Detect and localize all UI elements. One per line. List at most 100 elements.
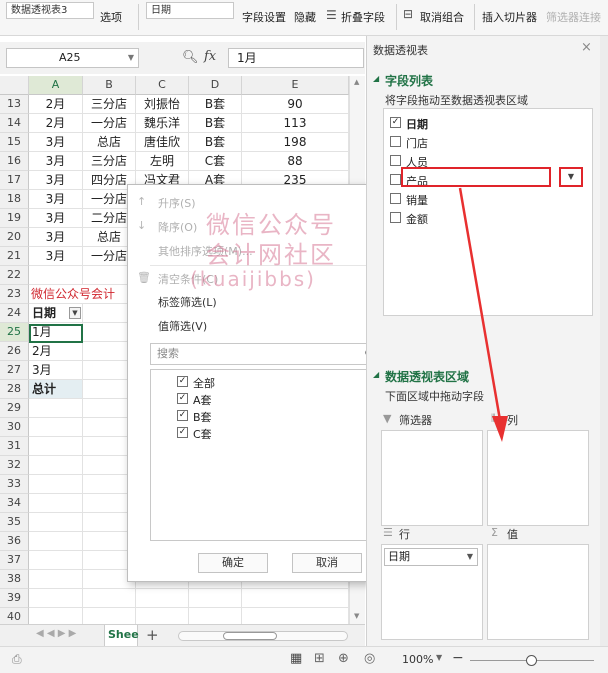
scrollbar-thumb[interactable] <box>223 632 277 640</box>
row-header[interactable]: 27 <box>0 361 29 380</box>
grid-cell[interactable] <box>242 589 349 608</box>
grid-cell[interactable]: 3月 <box>29 152 83 171</box>
column-header[interactable]: D <box>189 76 242 95</box>
grid-cell[interactable]: 3月 <box>29 133 83 152</box>
collapse-field-button[interactable]: 折叠字段 <box>341 9 385 25</box>
row-header[interactable]: 39 <box>0 589 29 608</box>
field-label[interactable]: 日期 <box>406 116 428 132</box>
filter-item-label[interactable]: 全部 <box>193 375 215 391</box>
grid-cell[interactable]: 总计 <box>29 380 83 399</box>
grid-cell[interactable] <box>29 475 83 494</box>
hide-button[interactable]: 隐藏 <box>294 9 316 25</box>
grid-cell[interactable]: 198 <box>242 133 349 152</box>
grid-cell[interactable] <box>29 494 83 513</box>
row-header[interactable]: 26 <box>0 342 29 361</box>
row-header[interactable]: 31 <box>0 437 29 456</box>
grid-cell[interactable] <box>29 532 83 551</box>
collapse-triangle-icon[interactable]: ◢ <box>373 370 379 379</box>
scroll-tabs-left-icon[interactable]: ◀ ◀ ▶ ▶ <box>36 628 76 639</box>
grid-cell[interactable]: 2月 <box>29 342 83 361</box>
grid-cell[interactable] <box>29 456 83 475</box>
row-header[interactable]: 36 <box>0 532 29 551</box>
grid-cell[interactable]: 3月 <box>29 190 83 209</box>
row-header[interactable]: 35 <box>0 513 29 532</box>
field-label[interactable]: 销量 <box>406 192 428 208</box>
row-header[interactable]: 13 <box>0 95 29 114</box>
column-header[interactable]: E <box>242 76 349 95</box>
grid-cell[interactable] <box>189 608 242 624</box>
row-header[interactable]: 15 <box>0 133 29 152</box>
filter-item-checkbox[interactable]: ✓ <box>177 410 188 421</box>
sort-ascending-item[interactable]: 升序(S) <box>158 195 196 211</box>
grid-cell[interactable]: 一分店 <box>83 114 136 133</box>
column-header[interactable]: C <box>136 76 189 95</box>
grid-cell[interactable]: 唐佳欣 <box>136 133 189 152</box>
grid-cell[interactable] <box>189 589 242 608</box>
row-header[interactable]: 23 <box>0 285 29 304</box>
row-header[interactable]: 24 <box>0 304 29 323</box>
filter-item-label[interactable]: A套 <box>193 392 212 408</box>
ungroup-button[interactable]: 取消组合 <box>420 9 464 25</box>
chevron-down-icon[interactable]: ▼ <box>467 549 473 565</box>
field-label[interactable]: 金额 <box>406 211 428 227</box>
grid-cell[interactable]: B套 <box>189 95 242 114</box>
zoom-slider-thumb[interactable] <box>526 655 537 666</box>
filter-item-checkbox[interactable]: ✓ <box>177 427 188 438</box>
chevron-down-icon[interactable]: ▼ <box>436 653 442 662</box>
field-checkbox[interactable] <box>390 193 401 204</box>
field-settings-button[interactable]: 字段设置 <box>242 9 286 25</box>
select-all-corner[interactable] <box>0 76 29 95</box>
grid-cell[interactable]: 三分店 <box>83 152 136 171</box>
insert-slicer-button[interactable]: 插入切片器 <box>482 9 537 25</box>
name-box[interactable]: A25 ▼ <box>6 48 139 68</box>
grid-cell[interactable]: 魏乐洋 <box>136 114 189 133</box>
cancel-button[interactable]: 取消 <box>292 553 362 573</box>
zoom-out-icon[interactable]: − <box>452 650 464 666</box>
grid-cell[interactable]: 2月 <box>29 114 83 133</box>
grid-cell[interactable]: 3月 <box>29 171 83 190</box>
grid-cell[interactable]: 90 <box>242 95 349 114</box>
field-checkbox[interactable] <box>390 155 401 166</box>
add-sheet-icon[interactable]: + <box>146 626 159 644</box>
grid-cell[interactable]: 三分店 <box>83 95 136 114</box>
grid-cell[interactable]: 左明 <box>136 152 189 171</box>
grid-cell[interactable]: B套 <box>189 114 242 133</box>
grid-cell[interactable]: 113 <box>242 114 349 133</box>
filter-dropdown-button[interactable]: ▼ <box>69 307 81 319</box>
filter-item-checkbox[interactable]: ✓ <box>177 376 188 387</box>
field-checkbox[interactable] <box>390 212 401 223</box>
grid-cell[interactable]: C套 <box>189 152 242 171</box>
grid-cell[interactable] <box>83 608 136 624</box>
grid-cell[interactable]: 微信公众号会计 <box>29 285 115 304</box>
normal-view-icon[interactable]: ▦ <box>290 651 302 666</box>
grid-cell[interactable] <box>242 608 349 624</box>
filter-connection-button[interactable]: 筛选器连接 <box>546 9 601 25</box>
grid-cell[interactable]: 3月 <box>29 228 83 247</box>
filter-item-label[interactable]: C套 <box>193 426 212 442</box>
ok-button[interactable]: 确定 <box>198 553 268 573</box>
filter-item-label[interactable]: B套 <box>193 409 212 425</box>
row-header[interactable]: 28 <box>0 380 29 399</box>
row-header[interactable]: 21 <box>0 247 29 266</box>
row-header[interactable]: 14 <box>0 114 29 133</box>
grid-cell[interactable] <box>29 513 83 532</box>
close-icon[interactable]: × <box>581 40 592 55</box>
grid-cell[interactable]: B套 <box>189 133 242 152</box>
grid-cell[interactable] <box>29 418 83 437</box>
eye-protect-icon[interactable]: ◎ <box>364 651 375 666</box>
row-header[interactable]: 29 <box>0 399 29 418</box>
grid-cell[interactable]: 3月 <box>29 247 83 266</box>
grid-cell[interactable] <box>29 608 83 624</box>
row-header[interactable]: 37 <box>0 551 29 570</box>
row-header[interactable]: 30 <box>0 418 29 437</box>
grid-cell[interactable]: 总店 <box>83 133 136 152</box>
sheet-tab[interactable]: Shee <box>104 625 139 646</box>
grid-cell[interactable] <box>29 551 83 570</box>
row-header[interactable]: 33 <box>0 475 29 494</box>
grid-cell[interactable]: 刘振怡 <box>136 95 189 114</box>
grid-cell[interactable] <box>136 589 189 608</box>
label-filter-item[interactable]: 标签筛选(L) <box>158 294 217 310</box>
row-header[interactable]: 34 <box>0 494 29 513</box>
row-header[interactable]: 38 <box>0 570 29 589</box>
grid-cell[interactable]: 2月 <box>29 95 83 114</box>
